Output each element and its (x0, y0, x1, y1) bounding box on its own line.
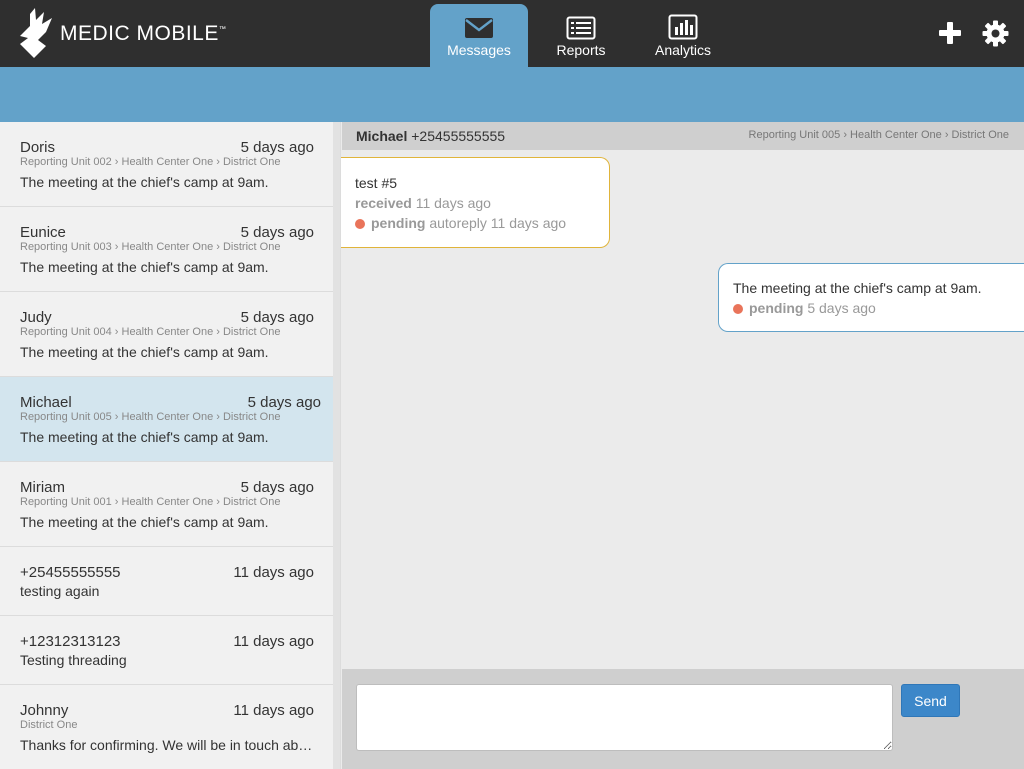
conversation-header: Michael +25455555555 Reporting Unit 005 … (342, 122, 1024, 150)
contact-name: +12312313123 (20, 633, 121, 650)
message-preview: Thanks for confirming. We will be in tou… (20, 737, 313, 753)
conversation-place: Reporting Unit 005 › Health Center One ›… (748, 129, 1009, 141)
received-time: 11 days ago (415, 195, 491, 211)
list-item-eunice[interactable]: Eunice 5 days ago Reporting Unit 003 › H… (0, 207, 334, 292)
outgoing-message-bubble: The meeting at the chief's camp at 9am. … (718, 263, 1024, 332)
list-icon (566, 16, 596, 40)
brand-name: MEDIC MOBILE (60, 22, 219, 45)
contact-place: Reporting Unit 003 › Health Center One ›… (20, 241, 281, 253)
incoming-message-bubble: test #5 received 11 days ago pending aut… (341, 157, 610, 248)
contact-name: Eunice (20, 224, 66, 241)
list-scrollbar[interactable] (333, 122, 340, 769)
outgoing-time: 5 days ago (807, 300, 876, 316)
conversation-pane: Michael +25455555555 Reporting Unit 005 … (341, 122, 1024, 769)
gear-icon[interactable] (982, 20, 1009, 47)
send-button[interactable]: Send (901, 684, 960, 717)
conversation-contact-phone: +25455555555 (411, 128, 506, 144)
outgoing-message-text: The meeting at the chief's camp at 9am. (733, 280, 982, 296)
list-item-johnny[interactable]: Johnny 11 days ago District One Thanks f… (0, 685, 334, 769)
tab-reports-label: Reports (556, 42, 606, 58)
message-preview: The meeting at the chief's camp at 9am. (20, 174, 269, 190)
plus-icon[interactable] (937, 20, 963, 46)
bar-chart-icon (668, 14, 698, 40)
tab-analytics-label: Analytics (654, 42, 712, 58)
sub-header-bar (0, 67, 1024, 122)
pending-dot-icon (355, 219, 365, 229)
message-preview: testing again (20, 583, 100, 599)
message-preview: The meeting at the chief's camp at 9am. (20, 429, 269, 445)
message-list: Doris 5 days ago Reporting Unit 002 › He… (0, 122, 341, 769)
pending-dot-icon (733, 304, 743, 314)
contact-place: Reporting Unit 005 › Health Center One ›… (20, 411, 281, 423)
medic-logo-icon (20, 8, 52, 58)
message-time: 11 days ago (233, 633, 314, 650)
contact-name: Judy (20, 309, 52, 326)
message-time: 11 days ago (233, 564, 314, 581)
message-time: 5 days ago (240, 224, 314, 241)
incoming-message-text: test #5 (355, 175, 398, 191)
contact-place: Reporting Unit 002 › Health Center One ›… (20, 156, 281, 168)
contact-name: Johnny (20, 702, 69, 719)
message-preview: Testing threading (20, 652, 127, 668)
autoreply-time: autoreply 11 days ago (429, 215, 567, 231)
tab-analytics[interactable]: Analytics (634, 4, 732, 67)
message-preview: The meeting at the chief's camp at 9am. (20, 514, 269, 530)
conversation-contact-name: Michael (356, 128, 408, 144)
list-item-michael[interactable]: Michael 5 days ago Reporting Unit 005 › … (0, 377, 340, 462)
message-input[interactable] (356, 684, 893, 751)
message-preview: The meeting at the chief's camp at 9am. (20, 344, 269, 360)
contact-name: Miriam (20, 479, 65, 496)
message-time: 5 days ago (240, 479, 314, 496)
contact-place: Reporting Unit 001 › Health Center One ›… (20, 496, 281, 508)
pending-status: pending (749, 300, 804, 316)
list-item-doris[interactable]: Doris 5 days ago Reporting Unit 002 › He… (0, 122, 334, 207)
received-status: received (355, 195, 412, 211)
contact-name: Michael (20, 394, 72, 411)
list-item-judy[interactable]: Judy 5 days ago Reporting Unit 004 › Hea… (0, 292, 334, 377)
message-time: 11 days ago (233, 702, 314, 719)
brand-trademark: ™ (218, 26, 227, 33)
message-time: 5 days ago (240, 309, 314, 326)
list-item-12312313123[interactable]: +12312313123 11 days ago Testing threadi… (0, 616, 334, 685)
message-time: 5 days ago (247, 394, 321, 411)
contact-place: District One (20, 719, 78, 731)
tab-reports[interactable]: Reports (532, 4, 630, 67)
tab-messages-label: Messages (447, 42, 511, 58)
contact-name: Doris (20, 139, 56, 156)
message-preview: The meeting at the chief's camp at 9am. (20, 259, 269, 275)
message-time: 5 days ago (240, 139, 314, 156)
envelope-icon (465, 18, 493, 38)
message-composer: Send (342, 669, 1024, 769)
top-navbar: MEDIC MOBILE™ Messages Reports Analytics (0, 0, 1024, 67)
list-item-25455555555[interactable]: +25455555555 11 days ago testing again (0, 547, 334, 616)
contact-name: +25455555555 (20, 564, 121, 581)
pending-status: pending (371, 215, 426, 231)
contact-place: Reporting Unit 004 › Health Center One ›… (20, 326, 281, 338)
tab-messages[interactable]: Messages (430, 4, 528, 67)
list-item-miriam[interactable]: Miriam 5 days ago Reporting Unit 001 › H… (0, 462, 334, 547)
brand-logo[interactable]: MEDIC MOBILE™ (16, 6, 226, 60)
